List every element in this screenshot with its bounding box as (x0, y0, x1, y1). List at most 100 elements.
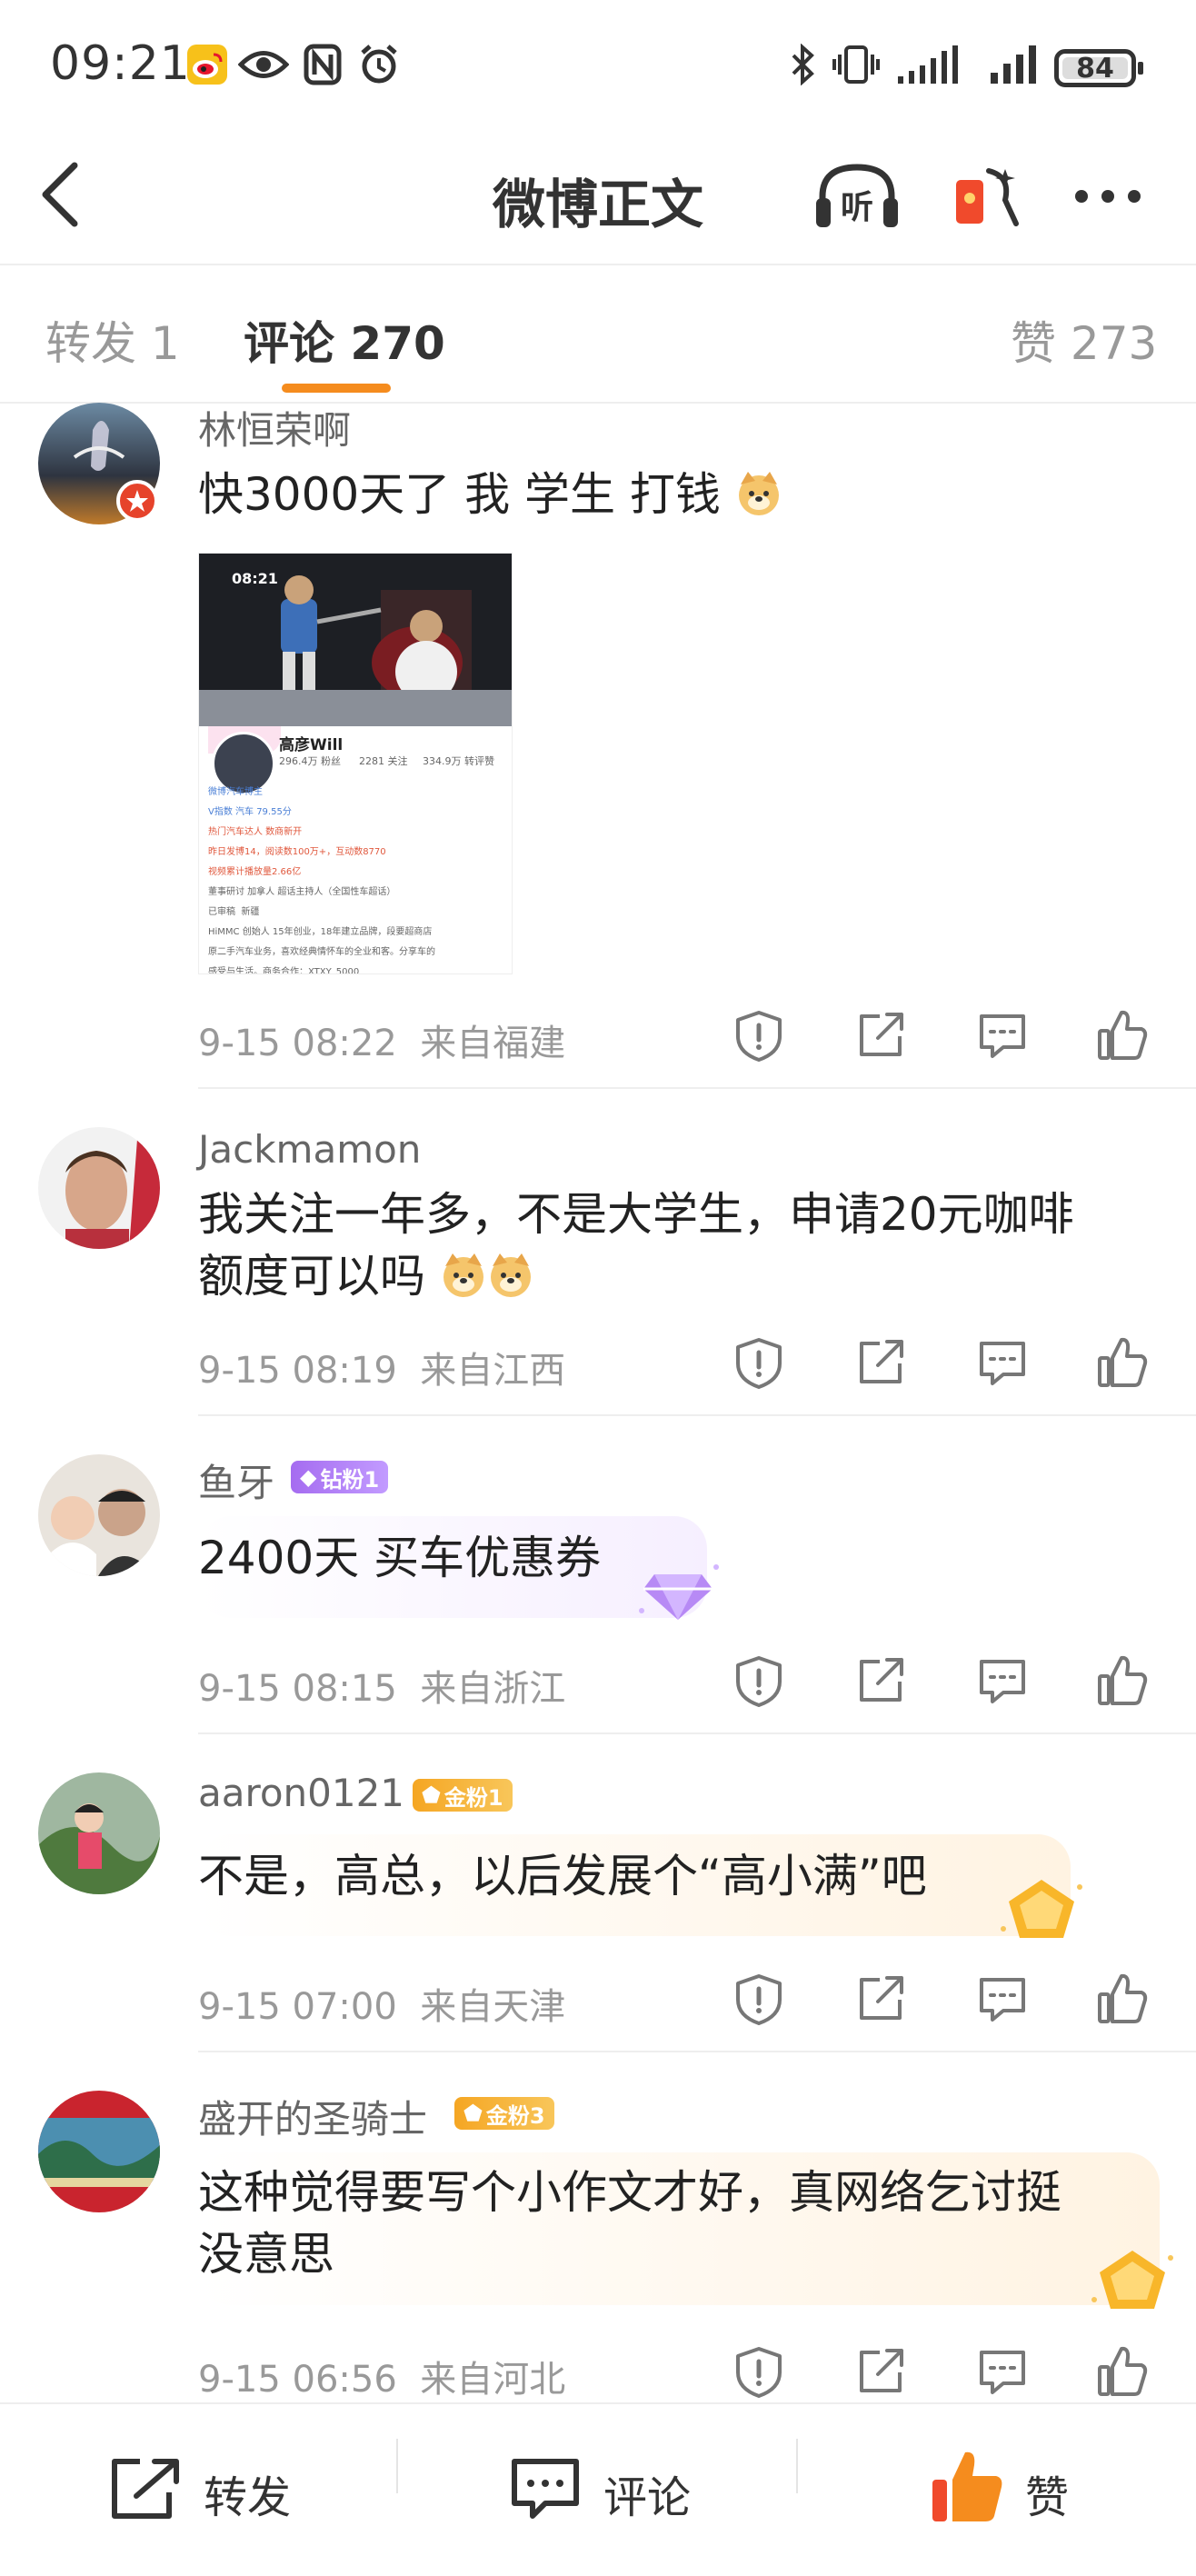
comment-author[interactable]: Jackmamon (198, 1127, 421, 1172)
report-shield-icon[interactable] (733, 2345, 785, 2398)
fan-badge-label: 钻粉1 (320, 1466, 380, 1493)
like-thumb-icon[interactable] (1096, 2345, 1149, 2398)
avatar[interactable] (38, 1772, 160, 1894)
image-detail-line: 热门汽车达人 数商新开 (208, 827, 303, 837)
comment-separator (198, 1087, 1196, 1089)
report-shield-icon[interactable] (733, 1009, 785, 1062)
comment-author[interactable]: 林恒荣啊 (198, 400, 351, 455)
comment-location: 来自天津 (420, 1986, 566, 2028)
avatar[interactable] (38, 2091, 160, 2212)
fan-badge-diamond: ◆ 钻粉1 (291, 1461, 389, 1493)
doge-emoji-icon (738, 472, 779, 515)
comment-text: 快3000天了 我 学生 打钱 (198, 464, 782, 525)
image-detail-text: 已审稿 (208, 907, 235, 917)
comment-location: 来自福建 (420, 1023, 566, 1064)
reply-comment-icon[interactable] (976, 1972, 1029, 2025)
repost-button-label[interactable]: 转发 (204, 2461, 291, 2525)
share-icon[interactable] (854, 1009, 907, 1062)
like-button-label[interactable]: 赞 (1025, 2461, 1069, 2525)
avatar[interactable] (38, 1127, 160, 1249)
share-icon[interactable] (854, 1972, 907, 2025)
image-profile-name: 高彦Will (279, 736, 344, 754)
image-detail-line: V指数 汽车 79.55分 (208, 807, 292, 817)
gold-pentagon-icon: ⬟ (463, 2101, 483, 2126)
comment-separator (198, 1732, 1196, 1734)
signal-icon-2 (991, 45, 1036, 84)
comment-text: 我关注一年多，不是大学生，申请20元咖啡 额度可以吗 (198, 1183, 1074, 1307)
report-shield-icon[interactable] (733, 1654, 785, 1707)
avatar-image (38, 2091, 160, 2212)
reply-comment-icon[interactable] (976, 1336, 1029, 1389)
comment-separator (198, 1414, 1196, 1416)
comment-location: 来自河北 (420, 2359, 566, 2401)
share-icon[interactable] (854, 1654, 907, 1707)
comment-time: 9-15 07:00 (198, 1986, 397, 2028)
tabs-divider (0, 402, 1196, 404)
image-detail-line: 昨日发博14，阅读数100万+，互动数8770 (208, 847, 386, 857)
comment-location: 来自江西 (420, 1350, 566, 1392)
svg-text:听: 听 (841, 189, 873, 226)
image-detail-line: 原二手汽车业务，喜欢经典情怀车的全业和客。分享车的 (208, 947, 435, 957)
reply-comment-icon[interactable] (976, 1654, 1029, 1707)
comment-meta: 9-15 07:00 来自天津 (198, 1977, 565, 2030)
tab-repost[interactable]: 转发 1 (45, 307, 180, 373)
image-detail-line: HiMMC 创始人 15年创业，18年建立品牌，段要超商店 (208, 927, 433, 937)
comment-text: 这种觉得要写个小作文才好，真网络乞讨挺 没意思 (198, 2162, 1061, 2285)
header-divider (0, 264, 1196, 265)
bluetooth-icon (792, 44, 814, 85)
listen-headphones-icon[interactable]: 听 (813, 162, 901, 231)
avatar-image (38, 1127, 160, 1249)
comment-text-content: 快3000天了 我 学生 打钱 (198, 468, 721, 521)
share-icon[interactable] (854, 2345, 907, 2398)
comment-text: 不是，高总，以后发展个“高小满”吧 (198, 1850, 927, 1902)
like-thumb-icon[interactable] (1096, 1972, 1149, 2025)
share-icon[interactable] (854, 1336, 907, 1389)
comment-time: 9-15 08:22 (198, 1023, 397, 1064)
image-detail-text: 新疆 (241, 907, 260, 917)
image-detail-line: 视频累计播放量2.66亿 (208, 867, 302, 877)
comment-meta: 9-15 08:15 来自浙江 (198, 1659, 565, 1712)
comment-text-line: 这种觉得要写个小作文才好，真网络乞讨挺 (198, 2166, 1061, 2219)
vibrate-icon (832, 45, 880, 84)
fan-badge-label: 金粉3 (485, 2102, 545, 2129)
comment-meta: 9-15 08:22 来自福建 (198, 1013, 565, 1066)
comment-author[interactable]: aaron0121 (198, 1771, 404, 1815)
comment-separator (198, 2051, 1196, 2052)
report-shield-icon[interactable] (733, 1336, 785, 1389)
gold-fan-decoration-icon (1001, 1880, 1082, 1938)
image-following: 2281 关注 (359, 755, 408, 767)
image-followers: 296.4万 粉丝 (279, 755, 341, 767)
like-thumb-icon[interactable] (1096, 1009, 1149, 1062)
battery-indicator: 84 (1054, 49, 1143, 87)
image-detail-line: 感受与生活。商务合作：XTXY_5000 (208, 967, 360, 974)
diamond-icon: ◆ (300, 1464, 317, 1490)
tab-like[interactable]: 赞 273 (1011, 307, 1157, 373)
eye-icon (238, 51, 289, 78)
verified-red-badge-icon (116, 480, 158, 522)
red-packet-icon[interactable] (951, 164, 1023, 229)
like-thumb-icon[interactable] (1096, 1654, 1149, 1707)
comment-author[interactable]: 盛开的圣骑士 (198, 2089, 427, 2144)
comment-author[interactable]: 鱼牙 (198, 1453, 274, 1508)
reply-comment-icon[interactable] (976, 1009, 1029, 1062)
reply-comment-icon[interactable] (976, 2345, 1029, 2398)
comment-text-line: 我关注一年多，不是大学生，申请20元咖啡 (198, 1188, 1074, 1241)
comment-time: 9-15 06:56 (198, 2359, 397, 2401)
tab-comment[interactable]: 评论 270 (244, 307, 445, 373)
avatar[interactable] (38, 1454, 160, 1576)
bottom-bar-separator (796, 2439, 798, 2493)
like-thumb-filled-icon[interactable] (929, 2447, 1005, 2525)
battery-level: 84 (1062, 53, 1128, 85)
fan-badge-gold: ⬟ 金粉3 (454, 2097, 554, 2130)
report-shield-icon[interactable] (733, 1972, 785, 2025)
comment-button-label[interactable]: 评论 (603, 2461, 691, 2525)
image-status-time: 08:21 (232, 570, 278, 587)
comment-meta: 9-15 08:19 来自江西 (198, 1341, 565, 1393)
doge-emoji-icon (490, 1253, 531, 1297)
comment-meta: 9-15 06:56 来自河北 (198, 2350, 565, 2402)
comment-icon[interactable] (509, 2456, 582, 2521)
comment-image-screenshot[interactable]: 08:21 高彦Will 296.4万 粉丝 2281 关注 334.9万 转评… (198, 553, 513, 974)
more-options-icon[interactable] (1071, 185, 1145, 207)
repost-icon[interactable] (109, 2456, 182, 2521)
like-thumb-icon[interactable] (1096, 1336, 1149, 1389)
